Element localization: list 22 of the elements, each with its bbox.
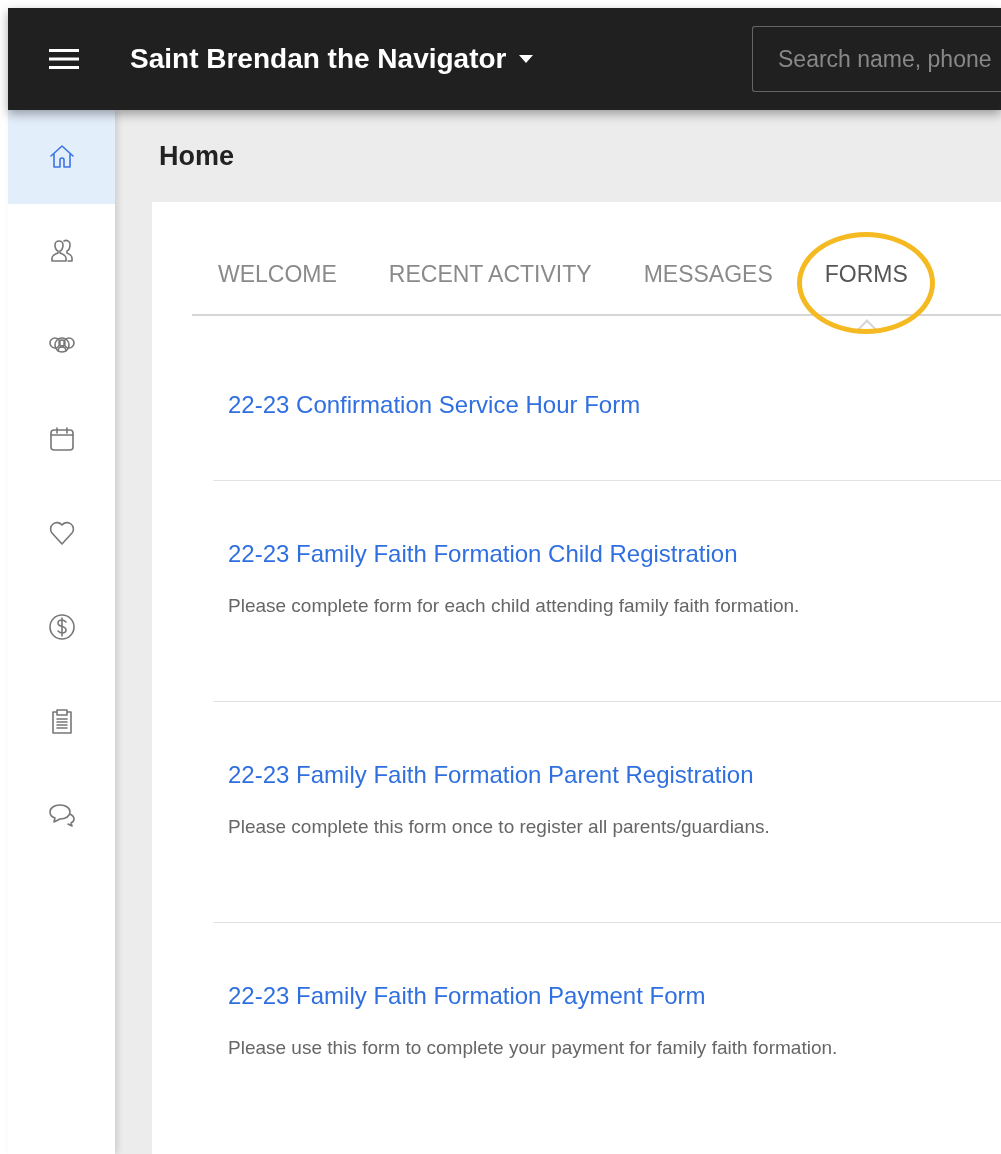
page-title: Home (158, 140, 235, 173)
form-description: Please complete form for each child attending family faith formation. (228, 594, 801, 618)
menu-button[interactable] (49, 48, 79, 70)
home-icon (47, 143, 76, 171)
caret-icon (518, 55, 533, 63)
form-link[interactable]: 22-23 Family Faith Formation Child Registration (228, 538, 1001, 570)
chat-icon (47, 801, 76, 829)
form-link[interactable]: 22-23 Family Faith Formation Parent Registration (228, 759, 1001, 791)
calendar-icon (47, 425, 76, 453)
tab[interactable]: RECENT ACTIVITY (388, 252, 592, 296)
form-link[interactable]: 22-23 Family Faith Formation Payment Form (228, 980, 1001, 1012)
sidebar-item[interactable] (8, 204, 115, 298)
sidebar-item[interactable] (8, 110, 115, 204)
form-description: Please use this form to complete your payment for family faith formation. (228, 1036, 839, 1060)
tab[interactable]: FORMS (824, 252, 908, 296)
heart-icon (47, 519, 76, 547)
tab[interactable]: MESSAGES (643, 252, 773, 296)
dollar-icon (47, 613, 76, 641)
search-field[interactable]: Search name, phone (752, 26, 1001, 92)
form-description: Please complete this form once to register all parents/guardians. (228, 815, 771, 839)
tab[interactable]: WELCOME (218, 252, 337, 296)
form-link[interactable]: 22-23 Confirmation Service Hour Form (228, 389, 1001, 421)
